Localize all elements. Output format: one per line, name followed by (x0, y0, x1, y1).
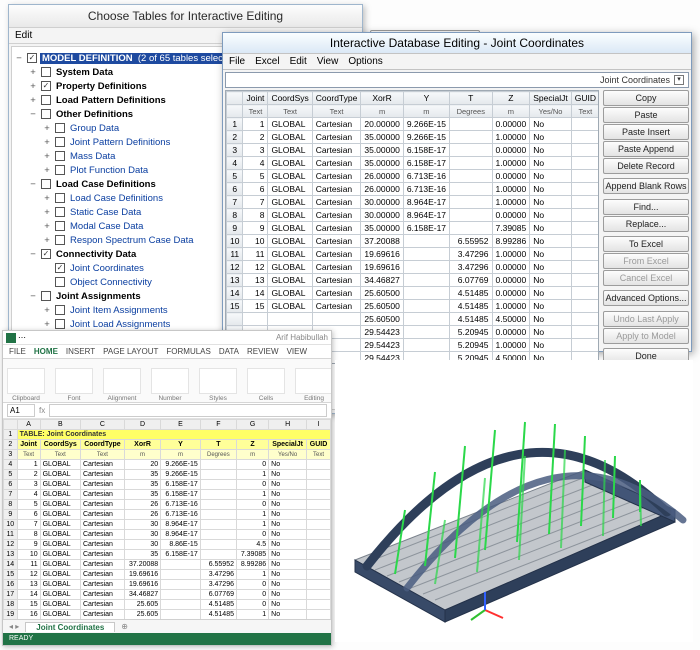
formula-input[interactable] (49, 404, 327, 417)
ribbon-group-clipboard[interactable]: Clipboard (7, 368, 45, 402)
structural-model-viewport[interactable] (335, 360, 693, 642)
ribbon-group-editing[interactable]: Editing (295, 368, 332, 402)
ribbon-tab-review[interactable]: REVIEW (247, 347, 279, 356)
ribbon-tab-formulas[interactable]: FORMULAS (166, 347, 210, 356)
cancel-excel-button: Cancel Excel (603, 270, 689, 286)
name-box[interactable] (7, 404, 35, 417)
excel-quickaccess[interactable]: ⋯ Arif Habibullah (3, 331, 331, 345)
append-blank-rows-button[interactable]: Append Blank Rows (603, 178, 689, 194)
ribbon-tab-view[interactable]: VIEW (287, 347, 307, 356)
menu-file[interactable]: File (229, 56, 245, 67)
to-excel-button[interactable]: To Excel (603, 236, 689, 252)
excel-icon (6, 333, 16, 343)
ribbon-tab-data[interactable]: DATA (219, 347, 239, 356)
ribbon-tab-home[interactable]: HOME (34, 347, 58, 356)
db-edit-title: Interactive Database Editing - Joint Coo… (223, 33, 691, 54)
ribbon[interactable]: Clipboard Font Alignment Number Styles Cells E… (3, 359, 331, 403)
ribbon-tab-page layout[interactable]: PAGE LAYOUT (103, 347, 158, 356)
formula-bar[interactable]: fx (3, 403, 331, 419)
find--button[interactable]: Find... (603, 199, 689, 215)
paste-append-button[interactable]: Paste Append (603, 141, 689, 157)
excel-window: ⋯ Arif Habibullah FILE HOME INSERT PAGE LAY… (2, 330, 332, 646)
ribbon-group-font[interactable]: Font (55, 368, 93, 402)
db-edit-window: Interactive Database Editing - Joint Coo… (222, 32, 692, 352)
replace--button[interactable]: Replace... (603, 216, 689, 232)
menu-options[interactable]: Options (348, 56, 382, 67)
db-edit-menubar[interactable]: File Excel Edit View Options (223, 54, 691, 70)
ribbon-tab-insert[interactable]: INSERT (66, 347, 95, 356)
db-action-buttons: CopyPastePaste InsertPaste AppendDelete … (601, 88, 691, 366)
ribbon-group-styles[interactable]: Styles (199, 368, 237, 402)
menu-excel[interactable]: Excel (255, 56, 279, 67)
paste-insert-button[interactable]: Paste Insert (603, 124, 689, 140)
menu-view[interactable]: View (317, 56, 339, 67)
undo-last-apply-button: Undo Last Apply (603, 311, 689, 327)
sheet-tab-bar[interactable]: ◂ ▸ Joint Coordinates ⊕ (3, 619, 331, 633)
excel-user: Arif Habibullah (276, 333, 328, 342)
table-selector-value: Joint Coordinates (600, 75, 670, 85)
joint-coordinates-grid[interactable]: JointCoordSysCoordTypeXorRYTZSpecialJtGU… (225, 90, 599, 364)
sheet-tab[interactable]: Joint Coordinates (25, 622, 115, 632)
advanced-options--button[interactable]: Advanced Options... (603, 290, 689, 306)
ribbon-tabs[interactable]: FILE HOME INSERT PAGE LAYOUT FORMULAS DATA REV… (3, 345, 331, 359)
choose-tables-title: Choose Tables for Interactive Editing (9, 5, 362, 28)
menu-edit[interactable]: Edit (290, 56, 307, 67)
ribbon-group-cells[interactable]: Cells (247, 368, 285, 402)
excel-grid[interactable]: ABCDEFGHI1TABLE: Joint Coordinates2Joint… (3, 419, 331, 646)
ribbon-group-alignment[interactable]: Alignment (103, 368, 141, 402)
ribbon-group-number[interactable]: Number (151, 368, 189, 402)
excel-statusbar: READY (3, 633, 331, 645)
chevron-down-icon: ▾ (674, 75, 684, 85)
apply-to-model-button: Apply to Model (603, 328, 689, 344)
ribbon-tab-file[interactable]: FILE (9, 347, 26, 356)
copy-button[interactable]: Copy (603, 90, 689, 106)
paste-button[interactable]: Paste (603, 107, 689, 123)
from-excel-button: From Excel (603, 253, 689, 269)
table-selector-combo[interactable]: Joint Coordinates ▾ (225, 72, 689, 88)
delete-record-button[interactable]: Delete Record (603, 158, 689, 174)
